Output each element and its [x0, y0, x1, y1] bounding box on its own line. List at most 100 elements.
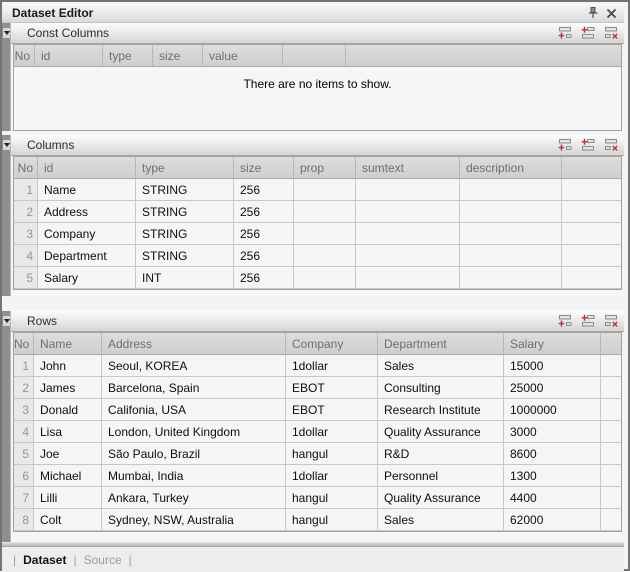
tab-source[interactable]: Source	[84, 553, 122, 567]
column-header-cell[interactable]: Name	[34, 333, 102, 355]
insert-row-button[interactable]	[580, 138, 596, 152]
column-header-cell[interactable]: type	[103, 45, 153, 67]
grid-cell[interactable]: Personnel	[378, 465, 504, 487]
row-number-cell[interactable]: 1	[14, 179, 38, 201]
column-header-cell[interactable]: id	[35, 45, 103, 67]
grid-cell[interactable]	[460, 267, 562, 289]
grid-cell[interactable]: Barcelona, Spain	[102, 377, 286, 399]
grid-cell[interactable]	[356, 223, 460, 245]
column-header-cell[interactable]	[283, 45, 346, 67]
column-header-cell[interactable]: size	[234, 157, 294, 179]
grid-cell[interactable]: 4400	[504, 487, 601, 509]
grid-cell[interactable]: STRING	[136, 179, 234, 201]
grid-cell[interactable]: hangul	[286, 509, 378, 531]
grid-cell[interactable]: 25000	[504, 377, 601, 399]
row-number-cell[interactable]: 5	[14, 443, 34, 465]
grid-cell[interactable]: Salary	[38, 267, 136, 289]
grid-cell[interactable]: Mumbai, India	[102, 465, 286, 487]
grid-cell[interactable]: Donald	[34, 399, 102, 421]
delete-row-button[interactable]	[603, 26, 619, 40]
grid-cell[interactable]: James	[34, 377, 102, 399]
grid-cell[interactable]: Quality Assurance	[378, 487, 504, 509]
delete-row-button[interactable]	[603, 138, 619, 152]
column-header-cell[interactable]: size	[153, 45, 203, 67]
collapse-section-button[interactable]	[3, 316, 10, 326]
grid-cell[interactable]: Quality Assurance	[378, 421, 504, 443]
column-header-cell[interactable]: Address	[102, 333, 286, 355]
row-number-cell[interactable]: 2	[14, 201, 38, 223]
close-button[interactable]	[602, 5, 620, 21]
column-header-cell[interactable]: type	[136, 157, 234, 179]
grid-cell[interactable]: Department	[38, 245, 136, 267]
collapse-section-button[interactable]	[3, 140, 10, 150]
grid-cell[interactable]	[294, 267, 356, 289]
grid-cell[interactable]: London, United Kingdom	[102, 421, 286, 443]
grid-cell[interactable]: Ankara, Turkey	[102, 487, 286, 509]
column-header-cell[interactable]: value	[203, 45, 283, 67]
grid-cell[interactable]: INT	[136, 267, 234, 289]
row-number-cell[interactable]: 7	[14, 487, 34, 509]
column-header-cell[interactable]: Company	[286, 333, 378, 355]
grid-cell[interactable]: R&D	[378, 443, 504, 465]
grid-cell[interactable]: 256	[234, 179, 294, 201]
row-number-cell[interactable]: 2	[14, 377, 34, 399]
grid-cell[interactable]: 256	[234, 201, 294, 223]
row-number-cell[interactable]: 3	[14, 399, 34, 421]
grid-cell[interactable]: Name	[38, 179, 136, 201]
add-row-button[interactable]	[557, 314, 573, 328]
grid-cell[interactable]: STRING	[136, 245, 234, 267]
grid-cell[interactable]	[460, 223, 562, 245]
grid-cell[interactable]: Company	[38, 223, 136, 245]
grid-cell[interactable]: Research Institute	[378, 399, 504, 421]
row-number-cell[interactable]: 4	[14, 245, 38, 267]
column-header-cell[interactable]: id	[38, 157, 136, 179]
column-header-cell[interactable]: description	[460, 157, 562, 179]
collapse-section-button[interactable]	[3, 28, 10, 38]
grid-cell[interactable]: São Paulo, Brazil	[102, 443, 286, 465]
row-number-cell[interactable]: 4	[14, 421, 34, 443]
pin-button[interactable]	[584, 5, 602, 21]
column-header-cell[interactable]: No	[14, 45, 35, 67]
column-header-cell[interactable]: Department	[378, 333, 504, 355]
row-number-cell[interactable]: 6	[14, 465, 34, 487]
grid-cell[interactable]: 62000	[504, 509, 601, 531]
grid-cell[interactable]	[356, 201, 460, 223]
grid-cell[interactable]: Sales	[378, 509, 504, 531]
grid-cell[interactable]	[294, 245, 356, 267]
grid-cell[interactable]: Michael	[34, 465, 102, 487]
grid-cell[interactable]: Sales	[378, 355, 504, 377]
grid-cell[interactable]: 256	[234, 223, 294, 245]
grid-cell[interactable]	[356, 245, 460, 267]
grid-cell[interactable]: 8600	[504, 443, 601, 465]
grid-cell[interactable]: 1dollar	[286, 421, 378, 443]
row-number-cell[interactable]: 8	[14, 509, 34, 531]
grid-cell[interactable]: Consulting	[378, 377, 504, 399]
grid-cell[interactable]	[356, 267, 460, 289]
grid-cell[interactable]	[460, 201, 562, 223]
insert-row-button[interactable]	[580, 26, 596, 40]
grid-cell[interactable]: hangul	[286, 443, 378, 465]
grid-cell[interactable]: STRING	[136, 223, 234, 245]
grid-cell[interactable]	[294, 223, 356, 245]
insert-row-button[interactable]	[580, 314, 596, 328]
grid-cell[interactable]: 1dollar	[286, 465, 378, 487]
grid-cell[interactable]	[356, 179, 460, 201]
column-header-cell[interactable]: sumtext	[356, 157, 460, 179]
grid-cell[interactable]: Lilli	[34, 487, 102, 509]
tab-dataset[interactable]: Dataset	[23, 553, 66, 567]
grid-cell[interactable]: Colt	[34, 509, 102, 531]
grid-cell[interactable]: Address	[38, 201, 136, 223]
add-row-button[interactable]	[557, 138, 573, 152]
grid-cell[interactable]	[294, 201, 356, 223]
grid-cell[interactable]: EBOT	[286, 399, 378, 421]
grid-cell[interactable]: 1000000	[504, 399, 601, 421]
grid-cell[interactable]: STRING	[136, 201, 234, 223]
grid-cell[interactable]	[460, 179, 562, 201]
delete-row-button[interactable]	[603, 314, 619, 328]
grid-cell[interactable]: EBOT	[286, 377, 378, 399]
column-header-cell[interactable]: prop	[294, 157, 356, 179]
column-header-cell[interactable]: Salary	[504, 333, 601, 355]
grid-cell[interactable]: John	[34, 355, 102, 377]
grid-cell[interactable]: 256	[234, 267, 294, 289]
add-row-button[interactable]	[557, 26, 573, 40]
